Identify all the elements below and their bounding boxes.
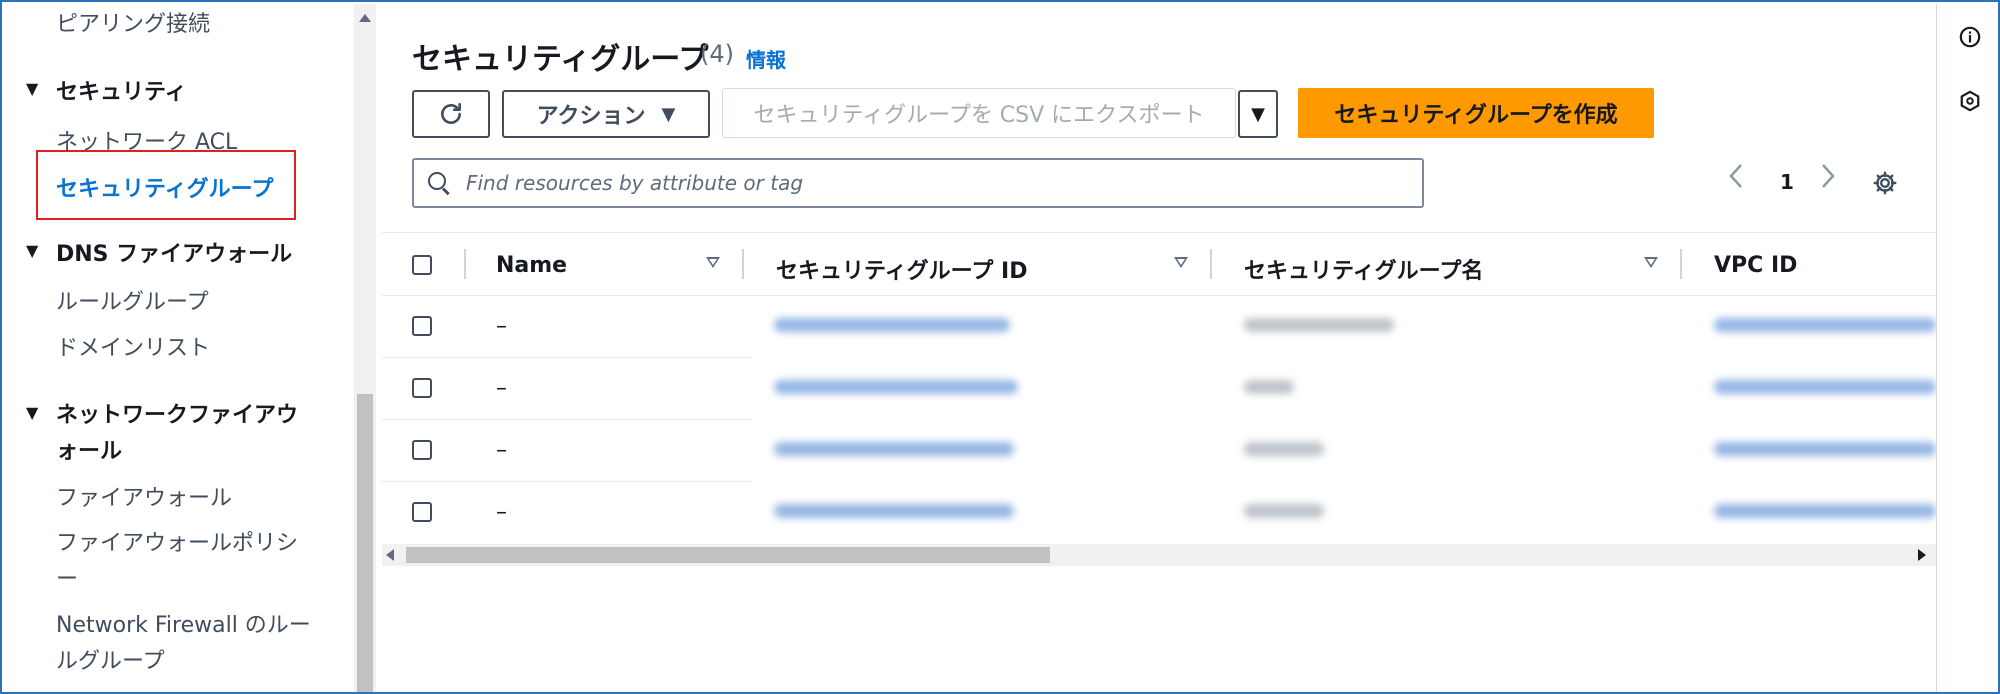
pagination-prev-button[interactable] [1728, 162, 1744, 197]
scroll-right-icon[interactable] [1918, 549, 1926, 561]
sidebar-item-domain-lists[interactable]: ドメインリスト [56, 330, 210, 362]
row-checkbox[interactable] [412, 378, 432, 398]
export-dropdown-button[interactable]: ▼ [1238, 90, 1278, 138]
table-row[interactable]: – [382, 420, 1936, 482]
sidebar-item-network-firewall-rule-groups[interactable]: Network Firewall のルー ルグループ [56, 608, 311, 680]
sidebar-section-label: ネットワークファイアウ ォール [56, 398, 298, 470]
sidebar-section-security[interactable]: ▼ セキュリティ [26, 74, 187, 106]
redacted-security-group-id[interactable] [774, 380, 1018, 394]
column-divider [464, 249, 466, 279]
sidebar-section-label: DNS ファイアウォール [56, 242, 293, 267]
export-csv-button[interactable]: セキュリティグループを CSV にエクスポート [722, 88, 1236, 138]
redacted-security-group-id[interactable] [774, 504, 1014, 518]
scroll-left-icon[interactable] [386, 549, 394, 561]
main-content: セキュリティグループ (4) 情報 アクション ▼ セキュリティグループを CS… [382, 4, 1936, 692]
cell-name: – [496, 376, 507, 401]
window-frame: ピアリング接続 ▼ セキュリティ ネットワーク ACL セキュリティグループ ▼… [0, 0, 2000, 694]
redacted-security-group-id[interactable] [774, 442, 1014, 456]
sidebar-item-firewalls[interactable]: ファイアウォール [56, 480, 232, 512]
search-icon [426, 170, 452, 196]
search-field[interactable] [412, 158, 1424, 208]
caret-down-icon: ▼ [1251, 103, 1265, 125]
label-line: ファイアウォールポリシ [56, 531, 299, 556]
redacted-vpc-id[interactable] [1714, 318, 1936, 332]
sidebar-section-dns-firewall[interactable]: ▼ DNS ファイアウォール [26, 236, 292, 268]
label-line: ルグループ [56, 649, 165, 674]
resource-count: (4) [700, 40, 734, 68]
redacted-vpc-id[interactable] [1714, 442, 1936, 456]
create-security-group-button[interactable]: セキュリティグループを作成 [1298, 88, 1654, 138]
caret-down-icon: ▼ [26, 403, 39, 422]
sort-icon[interactable] [706, 257, 720, 268]
info-link[interactable]: 情報 [746, 44, 786, 73]
redacted-security-group-id[interactable] [774, 318, 1010, 332]
scroll-up-icon[interactable] [359, 14, 371, 22]
cell-name: – [496, 314, 507, 339]
pagination-next-button[interactable] [1820, 162, 1836, 197]
chevron-left-icon [1729, 164, 1742, 188]
caret-down-icon: ▼ [26, 241, 39, 260]
label-line: ネットワークファイアウ [56, 403, 299, 428]
info-icon[interactable] [1959, 26, 1981, 48]
search-input[interactable] [466, 171, 1366, 195]
sort-icon[interactable] [1174, 257, 1188, 268]
sidebar-section-network-firewall[interactable]: ▼ ネットワークファイアウ ォール [26, 398, 298, 470]
sidebar: ピアリング接続 ▼ セキュリティ ネットワーク ACL セキュリティグループ ▼… [4, 4, 356, 692]
redacted-security-group-name [1244, 380, 1294, 394]
column-header-security-group-name[interactable]: セキュリティグループ名 [1244, 253, 1483, 285]
table-horizontal-scrollbar[interactable] [382, 544, 1936, 566]
sort-icon[interactable] [1644, 257, 1658, 268]
cell-name: – [496, 438, 507, 463]
redacted-security-group-name [1244, 504, 1324, 518]
row-checkbox[interactable] [412, 440, 432, 460]
refresh-button[interactable] [412, 90, 490, 138]
sidebar-item-peering[interactable]: ピアリング接続 [56, 6, 210, 38]
export-label: セキュリティグループを CSV にエクスポート [753, 103, 1205, 128]
chevron-right-icon [1822, 164, 1835, 188]
scrollbar-thumb[interactable] [357, 394, 373, 692]
redacted-vpc-id[interactable] [1714, 504, 1936, 518]
row-checkbox[interactable] [412, 502, 432, 522]
redacted-vpc-id[interactable] [1714, 380, 1936, 394]
column-divider[interactable] [1210, 249, 1212, 279]
redacted-security-group-name [1244, 442, 1324, 456]
select-all-checkbox[interactable] [412, 255, 432, 275]
gear-icon[interactable] [1872, 170, 1898, 196]
column-divider[interactable] [742, 249, 744, 279]
label-line: ー [56, 567, 79, 592]
column-header-vpc-id[interactable]: VPC ID [1714, 253, 1797, 278]
label-line: Network Firewall のルー [56, 613, 311, 638]
label-line: ォール [56, 439, 123, 464]
actions-dropdown-button[interactable]: アクション ▼ [502, 90, 710, 138]
sidebar-item-rule-groups[interactable]: ルールグループ [56, 284, 209, 316]
create-label: セキュリティグループを作成 [1334, 103, 1618, 128]
sidebar-scrollbar[interactable] [354, 4, 376, 692]
caret-down-icon: ▼ [661, 103, 676, 125]
sidebar-section-label: セキュリティ [56, 80, 187, 105]
table-header: Name セキュリティグループ ID セキュリティグループ名 VPC ID [382, 232, 1936, 296]
hexagon-icon[interactable] [1959, 90, 1981, 112]
column-header-name[interactable]: Name [496, 253, 567, 278]
column-divider[interactable] [1680, 249, 1682, 279]
column-header-security-group-id[interactable]: セキュリティグループ ID [776, 253, 1027, 285]
table-row[interactable]: – [382, 482, 1936, 544]
redacted-security-group-name [1244, 318, 1394, 332]
sidebar-item-firewall-policies[interactable]: ファイアウォールポリシ ー [56, 526, 298, 598]
pagination-current-page[interactable]: 1 [1780, 170, 1794, 194]
cell-name: – [496, 500, 507, 525]
table-row[interactable]: – [382, 296, 1936, 358]
scrollbar-thumb[interactable] [406, 547, 1050, 563]
active-item-highlight [36, 150, 296, 220]
actions-label: アクション [536, 104, 646, 129]
page-title: セキュリティグループ [412, 42, 709, 77]
row-checkbox[interactable] [412, 316, 432, 336]
table-row[interactable]: – [382, 358, 1936, 420]
caret-down-icon: ▼ [26, 79, 39, 98]
refresh-icon [441, 102, 461, 124]
utility-rail [1936, 4, 1998, 692]
